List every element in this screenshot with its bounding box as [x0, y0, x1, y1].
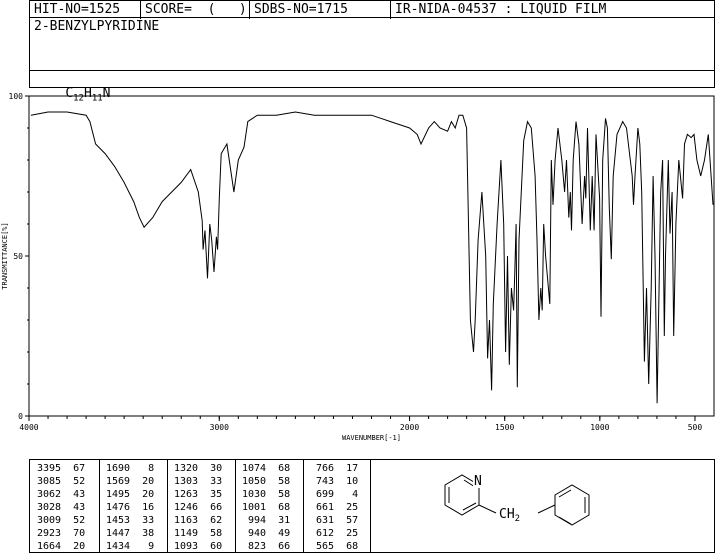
peak-column-divider	[303, 459, 304, 553]
peak-entry: 661 25	[310, 502, 359, 513]
x-tick-label: 500	[688, 423, 703, 432]
peak-column-divider	[99, 459, 100, 553]
header-bar: HIT-NO=1525 SCORE= ( ) SDBS-NO=1715 IR-N…	[29, 0, 715, 19]
peak-entry: 766 17	[310, 463, 359, 474]
ch2-label: CH2	[499, 507, 520, 524]
x-tick-label: 1500	[495, 423, 514, 432]
x-tick-label: 4000	[19, 423, 38, 432]
peak-entry: 1690 8	[106, 463, 155, 474]
peak-entry: 1149 58	[174, 528, 223, 539]
ch2-subscript: 2	[515, 514, 520, 524]
peak-column-2: 1690 8 1569 20 1495 20 1476 16 1453 33 1447 3…	[106, 462, 154, 553]
compound-name-box: 2-BENZYLPYRIDINE	[29, 17, 715, 71]
x-axis-label: WAVENUMBER[-1]	[342, 434, 401, 442]
formula-box: C12H11N	[29, 70, 715, 104]
peak-column-divider	[167, 459, 168, 553]
pyridine-double-bond	[462, 502, 477, 511]
benzene-ring	[554, 484, 590, 526]
peak-entry: 699 4	[310, 489, 359, 500]
spectrum-line	[30, 111, 714, 404]
peak-entry: 1030 58	[242, 489, 291, 500]
peak-entry: 1664 20	[37, 541, 86, 552]
peak-entry: 1476 16	[106, 502, 155, 513]
peak-entry: 1093 60	[174, 541, 223, 552]
peak-entry: 3028 43	[37, 502, 86, 513]
y-axis-label: TRANSMITTANCE[%]	[1, 222, 9, 289]
peak-entry: 1163 62	[174, 515, 223, 526]
y-tick-label: 0	[18, 412, 23, 421]
peak-entry: 940 49	[242, 528, 291, 539]
peak-entry: 1001 68	[242, 502, 291, 513]
ch2-text: CH	[499, 507, 515, 522]
peak-entry: 1050 58	[242, 476, 291, 487]
compound-name: 2-BENZYLPYRIDINE	[34, 19, 160, 34]
y-tick-label: 100	[9, 92, 24, 101]
x-tick-label: 3000	[210, 423, 229, 432]
structure-box: N CH2	[370, 459, 715, 553]
peak-entry: 1263 35	[174, 489, 223, 500]
peak-entry: 1447 38	[106, 528, 155, 539]
y-tick-label: 50	[13, 252, 23, 261]
peak-entry: 1495 20	[106, 489, 155, 500]
peak-entry: 994 31	[242, 515, 291, 526]
peak-entry: 1569 20	[106, 476, 155, 487]
structure-drawing: N CH2	[444, 472, 590, 526]
peak-entry: 2923 70	[37, 528, 86, 539]
peak-entry: 1303 33	[174, 476, 223, 487]
peak-entry: 1246 66	[174, 502, 223, 513]
peak-column-1: 3395 67 3085 52 3062 43 3028 43 3009 52 2923 …	[37, 462, 85, 553]
peak-entry: 3062 43	[37, 489, 86, 500]
peak-entry: 612 25	[310, 528, 359, 539]
peak-entry: 743 10	[310, 476, 359, 487]
peak-entry: 1453 33	[106, 515, 155, 526]
peak-entry: 1320 30	[174, 463, 223, 474]
x-tick-label: 1000	[590, 423, 609, 432]
peak-entry: 1434 9	[106, 541, 155, 552]
peak-column-3: 1320 30 1303 33 1263 35 1246 66 1163 62 1149 …	[174, 462, 222, 553]
peak-column-divider	[235, 459, 236, 553]
peak-entry: 3085 52	[37, 476, 86, 487]
peak-entry: 631 57	[310, 515, 359, 526]
benzene-double-bond	[558, 516, 572, 525]
x-tick-label: 2000	[400, 423, 419, 432]
peak-entry: 823 66	[242, 541, 291, 552]
peak-entry: 3395 67	[37, 463, 86, 474]
ch2-benzene-bond	[537, 504, 556, 514]
peak-column-5: 766 17 743 10 699 4 661 25 631 57 612 25…	[310, 462, 358, 553]
peak-column-4: 1074 68 1050 58 1030 58 1001 68 994 31 940 …	[242, 462, 290, 553]
nitrogen-label: N	[474, 474, 482, 489]
peak-entry: 3009 52	[37, 515, 86, 526]
ring-ch2-bond	[478, 504, 497, 514]
peak-entry: 565 68	[310, 541, 359, 552]
peak-entry: 1074 68	[242, 463, 291, 474]
